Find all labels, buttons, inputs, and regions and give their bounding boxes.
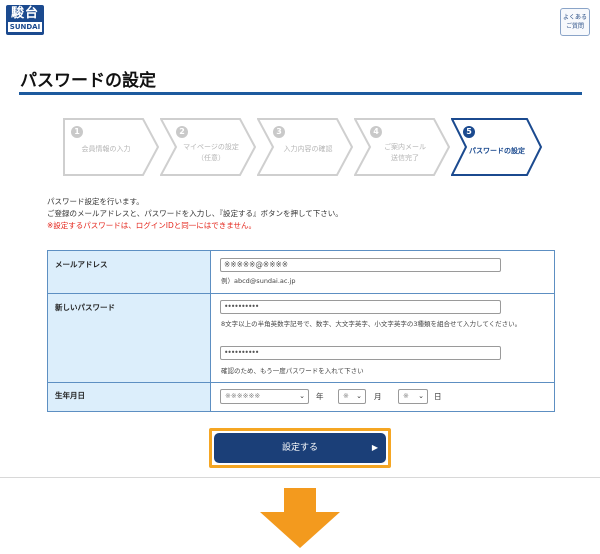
down-arrow-icon: [260, 488, 340, 548]
email-label: メールアドレス: [48, 251, 211, 293]
birthdate-label: 生年月日: [48, 383, 211, 411]
step-3-number: 3: [273, 126, 285, 138]
password-rule-hint: 8文字以上の半角英数字記号で、数字、大文字英字、小文字英字の3種類を組合せて入力…: [221, 320, 522, 328]
step-2-number: 2: [176, 126, 188, 138]
faq-label-line2: ご質問: [565, 23, 584, 30]
confirm-password-input[interactable]: ••••••••••: [220, 346, 501, 360]
play-arrow-icon: ▶: [371, 443, 378, 452]
new-password-row: 新しいパスワード •••••••••• 8文字以上の半角英数字記号で、数字、大文…: [48, 294, 554, 383]
step-1-label: 会員情報の入力: [81, 145, 131, 153]
faq-button[interactable]: よくある ご質問: [560, 8, 590, 36]
sundai-logo[interactable]: 駿台 SUNDAI: [6, 5, 44, 35]
step-2-label: マイページの設定 （任意）: [183, 143, 239, 162]
birth-year-select[interactable]: ※※※※※※ ⌄: [220, 389, 309, 404]
new-password-label: 新しいパスワード: [48, 294, 211, 382]
step-4-label: ご案内メール 送信完了: [384, 143, 426, 162]
year-unit: 年: [316, 392, 324, 401]
step-1-number: 1: [71, 126, 83, 138]
step-4: 4 ご案内メール 送信完了: [354, 118, 454, 176]
title-underline: [19, 92, 582, 95]
step-3-label: 入力内容の確認: [283, 145, 333, 153]
birth-month-value: ※: [343, 392, 349, 400]
progress-steps: 1 会員情報の入力 2 マイページの設定 （任意） 3 入力内容の確認 4 ご案…: [63, 118, 543, 178]
page-title: パスワードの設定: [20, 71, 156, 91]
instruction-line-1: パスワード設定を行います。: [47, 197, 144, 206]
new-password-input[interactable]: ••••••••••: [220, 300, 501, 314]
password-warning: ※設定するパスワードは、ログインIDと同一にはできません。: [47, 221, 257, 230]
birth-day-value: ※: [403, 392, 409, 400]
logo-kanji: 駿台: [10, 6, 39, 21]
step-4-number: 4: [370, 126, 382, 138]
page-frame: 駿台 SUNDAI よくある ご質問 パスワードの設定 1 会員情報の入力 2 …: [0, 0, 600, 478]
logo-latin: SUNDAI: [8, 22, 42, 32]
password-form: メールアドレス ※※※※※@※※※※ 例）abcd@sundai.ac.jp 新…: [47, 250, 555, 412]
birth-month-select[interactable]: ※ ⌄: [338, 389, 366, 404]
instruction-line-2: ご登録のメールアドレスと、パスワードを入力し、『設定する』ボタンを押して下さい。: [47, 209, 343, 218]
email-example: 例）abcd@sundai.ac.jp: [221, 277, 296, 285]
instructions: パスワード設定を行います。 ご登録のメールアドレスと、パスワードを入力し、『設定…: [47, 196, 343, 232]
birth-day-select[interactable]: ※ ⌄: [398, 389, 428, 404]
email-row: メールアドレス ※※※※※@※※※※ 例）abcd@sundai.ac.jp: [48, 251, 554, 294]
submit-label: 設定する: [281, 443, 318, 453]
step-5-current: 5 パスワードの設定: [451, 118, 551, 176]
day-unit: 日: [434, 392, 442, 401]
step-3: 3 入力内容の確認: [257, 118, 357, 176]
submit-button[interactable]: 設定する ▶: [214, 433, 386, 463]
step-1: 1 会員情報の入力: [63, 118, 163, 176]
chevron-down-icon: ⌄: [356, 392, 362, 400]
birthdate-row: 生年月日 ※※※※※※ ⌄ 年 ※ ⌄ 月 ※ ⌄ 日: [48, 383, 554, 411]
email-input[interactable]: ※※※※※@※※※※: [220, 258, 501, 272]
birth-year-value: ※※※※※※: [225, 392, 261, 400]
step-5-label: パスワードの設定: [469, 147, 525, 155]
chevron-down-icon: ⌄: [299, 392, 305, 400]
month-unit: 月: [374, 392, 382, 401]
confirm-password-hint: 確認のため、もう一度パスワードを入れて下さい: [221, 367, 364, 375]
step-5-number: 5: [463, 126, 475, 138]
step-2: 2 マイページの設定 （任意）: [160, 118, 260, 176]
faq-label-line1: よくある: [562, 14, 587, 21]
chevron-down-icon: ⌄: [418, 392, 424, 400]
